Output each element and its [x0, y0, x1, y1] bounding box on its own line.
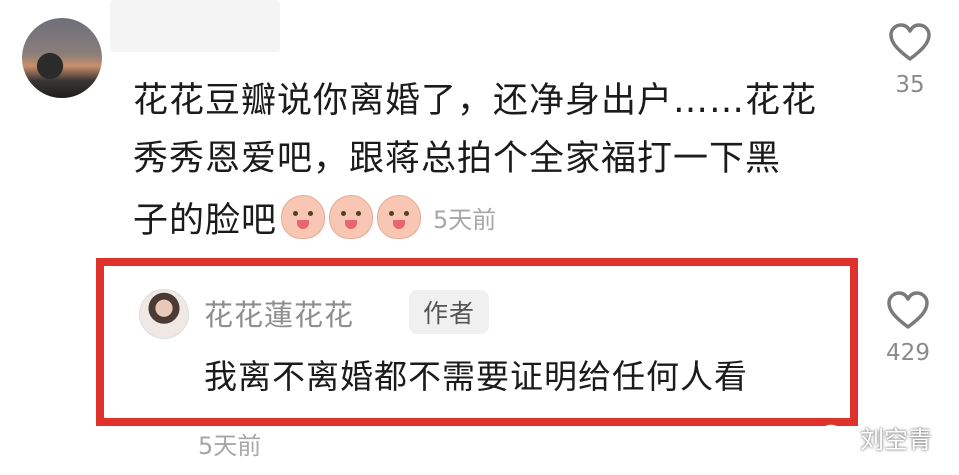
comment-thread: 花花豆瓣说你离婚了，还净身出户……花花 秀秀恩爱吧，跟蒋总拍个全家福打一下黑 子… — [0, 0, 959, 475]
highlighted-reply: 花花蓮花花 作者 我离不离婚都不需要证明给任何人看 — [96, 258, 858, 426]
avatar[interactable] — [139, 289, 189, 339]
piglet-face-icon — [377, 195, 422, 239]
comment-line: 子的脸吧 — [133, 200, 278, 241]
comment-last-line: 子的脸吧 5天前 — [133, 188, 496, 246]
watermark: 刘空青 — [818, 420, 932, 455]
author-badge: 作者 — [409, 290, 490, 334]
comment-timestamp: 5天前 — [433, 205, 497, 234]
like-count: 429 — [886, 340, 930, 366]
like-button[interactable]: 429 — [878, 290, 938, 366]
heart-icon — [887, 291, 929, 329]
comment-line: 花花豆瓣说你离婚了，还净身出户……花花 — [133, 81, 818, 121]
reply-username[interactable]: 花花蓮花花 — [204, 292, 354, 334]
reply-timestamp: 5天前 — [198, 432, 262, 460]
avatar[interactable] — [22, 18, 102, 98]
comment-line: 秀秀恩爱吧，跟蒋总拍个全家福打一下黑 — [133, 139, 782, 179]
comment-text: 花花豆瓣说你离婚了，还净身出户……花花 秀秀恩爱吧，跟蒋总拍个全家福打一下黑 — [133, 72, 853, 188]
heart-icon — [889, 23, 931, 61]
watermark-text: 刘空青 — [860, 426, 932, 454]
wechat-icon — [818, 424, 851, 450]
piglet-face-icon — [329, 195, 374, 239]
reply-text: 我离不离婚都不需要证明给任何人看 — [204, 357, 748, 396]
piglet-face-icon — [281, 195, 326, 239]
blurred-previous-content — [110, 0, 280, 52]
like-count: 35 — [895, 72, 925, 98]
like-button[interactable]: 35 — [880, 22, 940, 98]
